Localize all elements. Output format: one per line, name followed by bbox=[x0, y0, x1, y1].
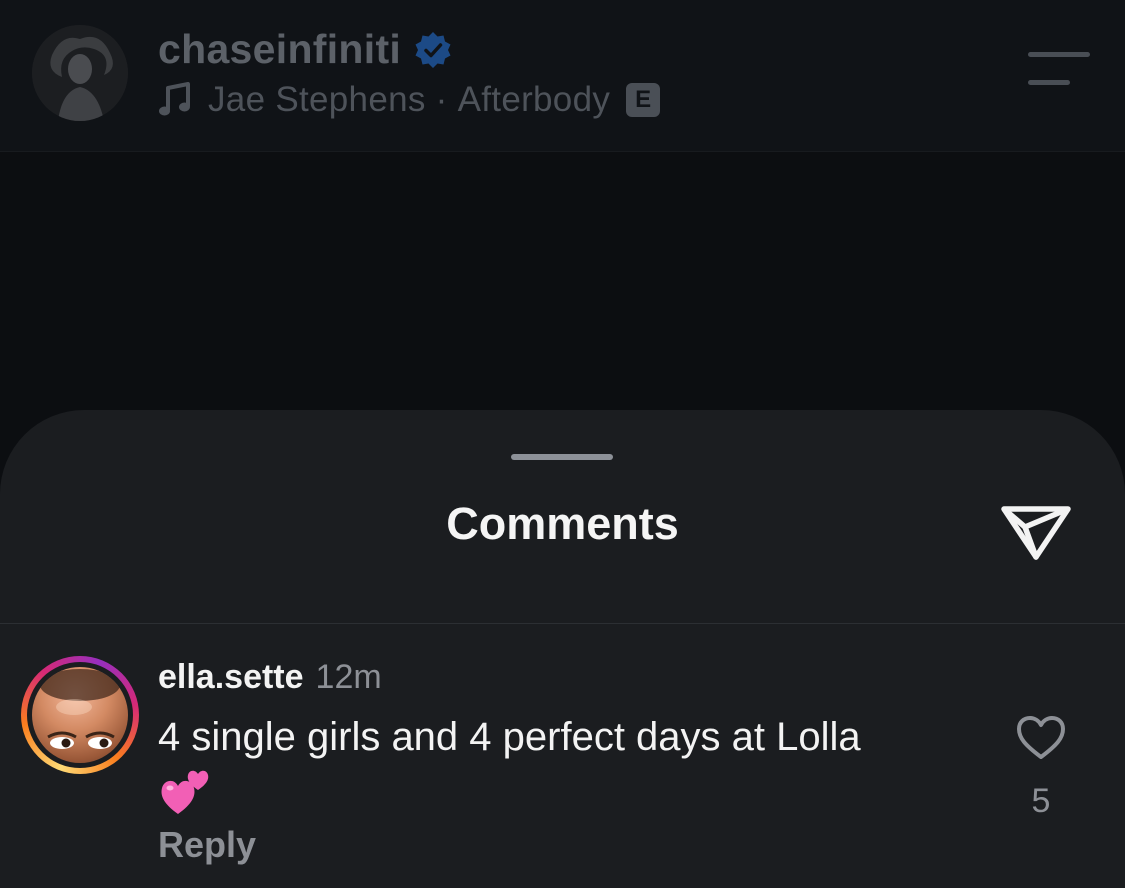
comment-text: 4 single girls and 4 perfect days at Lol… bbox=[158, 715, 861, 759]
reply-button[interactable]: Reply bbox=[158, 824, 256, 866]
two-hearts-icon bbox=[158, 766, 212, 818]
verified-badge-icon bbox=[414, 31, 452, 69]
comment-username[interactable]: ella.sette bbox=[158, 658, 304, 697]
comments-title: Comments bbox=[446, 498, 679, 549]
divider bbox=[0, 623, 1125, 624]
hamburger-menu-icon[interactable] bbox=[1028, 52, 1090, 88]
profile-avatar[interactable] bbox=[32, 25, 128, 121]
heart-outline-icon[interactable] bbox=[1015, 714, 1067, 762]
comments-sheet: Comments ella.sette 12m 4 single girls a… bbox=[0, 410, 1125, 888]
like-count: 5 bbox=[1031, 782, 1051, 820]
paper-plane-icon[interactable] bbox=[998, 494, 1074, 562]
song-title: Afterbody bbox=[457, 80, 611, 119]
music-note-icon bbox=[158, 82, 190, 118]
comment-timestamp: 12m bbox=[315, 658, 382, 696]
post-header: chaseinfiniti Jae Stephens · Afterbody E bbox=[0, 0, 1125, 152]
song-artist: Jae Stephens bbox=[208, 80, 426, 119]
post-username[interactable]: chaseinfiniti bbox=[158, 26, 401, 73]
sheet-grabber[interactable] bbox=[511, 454, 613, 460]
song-separator: · bbox=[435, 80, 448, 119]
commenter-avatar[interactable] bbox=[21, 656, 139, 774]
comment-body: 4 single girls and 4 perfect days at Lol… bbox=[158, 710, 958, 818]
explicit-badge: E bbox=[626, 83, 661, 117]
song-info[interactable]: Jae Stephens · Afterbody E bbox=[158, 80, 661, 120]
